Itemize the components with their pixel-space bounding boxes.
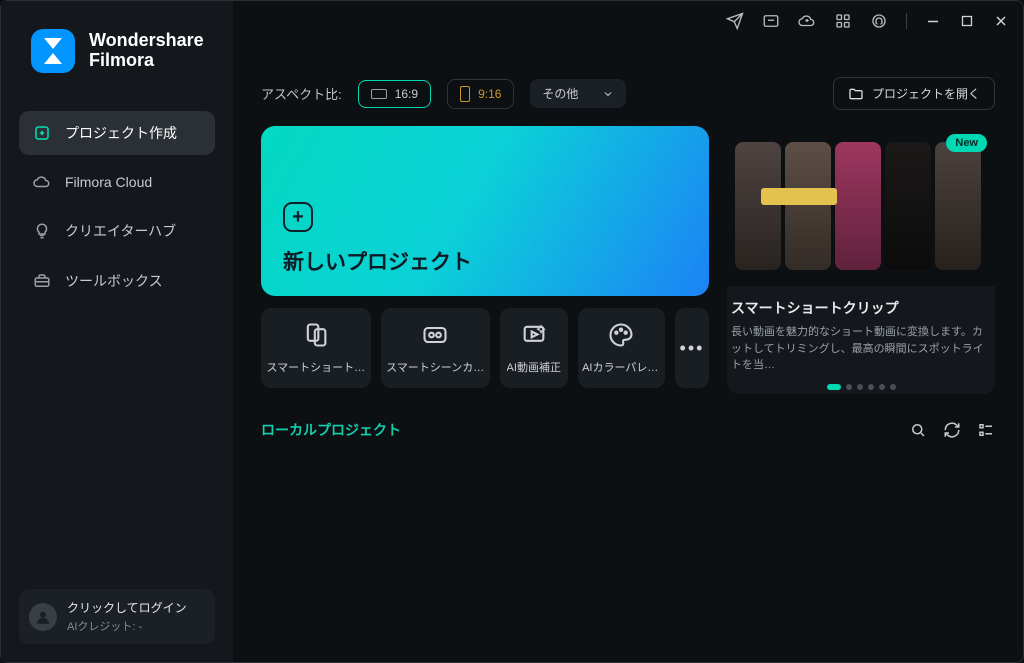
sidebar-nav: プロジェクト作成 Filmora Cloud クリエイターハブ ツールボックス xyxy=(1,111,233,303)
feature-thumb xyxy=(885,142,931,270)
feature-thumb xyxy=(735,142,781,270)
brand-line1: Wondershare xyxy=(89,31,204,51)
folder-icon xyxy=(848,86,864,102)
ai-credits: AIクレジット: - xyxy=(67,618,187,634)
ratio-text: 9:16 xyxy=(478,87,501,101)
feature-card[interactable]: New スマートショートクリップ 長い動画を魅力的なショート動画に変換します。カ… xyxy=(727,126,995,394)
sidebar-item-filmora-cloud[interactable]: Filmora Cloud xyxy=(19,161,215,203)
tool-more-button[interactable]: ••• xyxy=(675,308,709,388)
dot[interactable] xyxy=(857,384,863,390)
brand: Wondershare Filmora xyxy=(1,1,233,83)
palette-icon xyxy=(607,321,635,349)
sidebar-item-label: プロジェクト作成 xyxy=(65,123,177,143)
tool-smart-short-clip[interactable]: スマートショートク… xyxy=(261,308,371,388)
left-column: + 新しいプロジェクト スマートショートク… スマートシーンカット AI動画補正 xyxy=(261,126,709,394)
tool-label: AIカラーパレット xyxy=(582,359,661,375)
main-area: アスペクト比: 16:9 9:16 その他 プロジェクトを開く + 新しいプロジ… xyxy=(233,1,1023,662)
login-text: クリックしてログイン AIクレジット: - xyxy=(67,599,187,634)
toolbox-icon xyxy=(33,272,51,290)
login-box[interactable]: クリックしてログイン AIクレジット: - xyxy=(19,589,215,644)
new-badge: New xyxy=(946,134,987,152)
tool-smart-scene-cut[interactable]: スマートシーンカット xyxy=(381,308,490,388)
plus-icon: + xyxy=(283,202,313,232)
brand-logo-icon xyxy=(31,29,75,73)
top-row: アスペクト比: 16:9 9:16 その他 プロジェクトを開く xyxy=(233,51,1023,126)
tool-ai-video-enhance[interactable]: AI動画補正 xyxy=(500,308,568,388)
sidebar-item-creator-hub[interactable]: クリエイターハブ xyxy=(19,209,215,253)
content-grid: + 新しいプロジェクト スマートショートク… スマートシーンカット AI動画補正 xyxy=(233,126,1023,394)
other-label: その他 xyxy=(542,85,578,102)
sidebar-item-create-project[interactable]: プロジェクト作成 xyxy=(19,111,215,155)
aspect-ratio-9-16-button[interactable]: 9:16 xyxy=(447,79,514,109)
lightbulb-icon xyxy=(33,222,51,240)
sidebar: Wondershare Filmora プロジェクト作成 Filmora Clo… xyxy=(1,1,233,662)
brand-text: Wondershare Filmora xyxy=(89,31,204,71)
cloud-icon xyxy=(33,173,51,191)
shortclip-icon xyxy=(302,321,330,349)
enhance-icon xyxy=(520,321,548,349)
open-project-button[interactable]: プロジェクトを開く xyxy=(833,77,995,110)
ratio-landscape-icon xyxy=(371,89,387,99)
local-projects-title: ローカルプロジェクト xyxy=(261,420,401,440)
sidebar-item-label: Filmora Cloud xyxy=(65,174,152,190)
feature-thumb xyxy=(835,142,881,270)
feature-description: 長い動画を魅力的なショート動画に変換します。カットしてトリミングし、最高の瞬間に… xyxy=(727,324,995,380)
search-icon[interactable] xyxy=(909,421,927,439)
feature-thumb xyxy=(935,142,981,270)
tool-row: スマートショートク… スマートシーンカット AI動画補正 AIカラーパレット •… xyxy=(261,308,709,388)
brand-line2: Filmora xyxy=(89,51,204,71)
aspect-ratio-label: アスペクト比: xyxy=(261,84,342,103)
chevron-down-icon xyxy=(602,88,614,100)
dot[interactable] xyxy=(890,384,896,390)
aspect-ratio-other-dropdown[interactable]: その他 xyxy=(530,79,626,108)
dot[interactable] xyxy=(846,384,852,390)
scenecut-icon xyxy=(421,321,449,349)
sidebar-item-toolbox[interactable]: ツールボックス xyxy=(19,259,215,303)
plus-square-icon xyxy=(33,124,51,142)
more-icon: ••• xyxy=(680,338,705,359)
carousel-dots[interactable] xyxy=(727,380,995,394)
login-prompt: クリックしてログイン xyxy=(67,599,187,616)
tool-label: スマートシーンカット xyxy=(386,359,484,375)
feature-thumb xyxy=(785,142,831,270)
tool-label: スマートショートク… xyxy=(266,359,365,375)
feature-title: スマートショートクリップ xyxy=(727,286,995,324)
sidebar-item-label: クリエイターハブ xyxy=(65,221,176,241)
local-projects-header: ローカルプロジェクト xyxy=(233,394,1023,440)
new-project-card[interactable]: + 新しいプロジェクト xyxy=(261,126,709,296)
dot-active[interactable] xyxy=(827,384,841,390)
aspect-ratio-16-9-button[interactable]: 16:9 xyxy=(358,80,431,108)
dot[interactable] xyxy=(879,384,885,390)
new-project-label: 新しいプロジェクト xyxy=(283,246,687,276)
sidebar-item-label: ツールボックス xyxy=(65,271,163,291)
ratio-text: 16:9 xyxy=(395,87,418,101)
open-project-label: プロジェクトを開く xyxy=(872,85,980,102)
avatar-icon xyxy=(29,603,57,631)
tool-ai-color-palette[interactable]: AIカラーパレット xyxy=(578,308,665,388)
feature-thumbnail-row: New xyxy=(727,126,995,286)
dot[interactable] xyxy=(868,384,874,390)
view-toggle-icon[interactable] xyxy=(977,421,995,439)
ratio-portrait-icon xyxy=(460,86,470,102)
tool-label: AI動画補正 xyxy=(507,359,561,375)
refresh-icon[interactable] xyxy=(943,421,961,439)
